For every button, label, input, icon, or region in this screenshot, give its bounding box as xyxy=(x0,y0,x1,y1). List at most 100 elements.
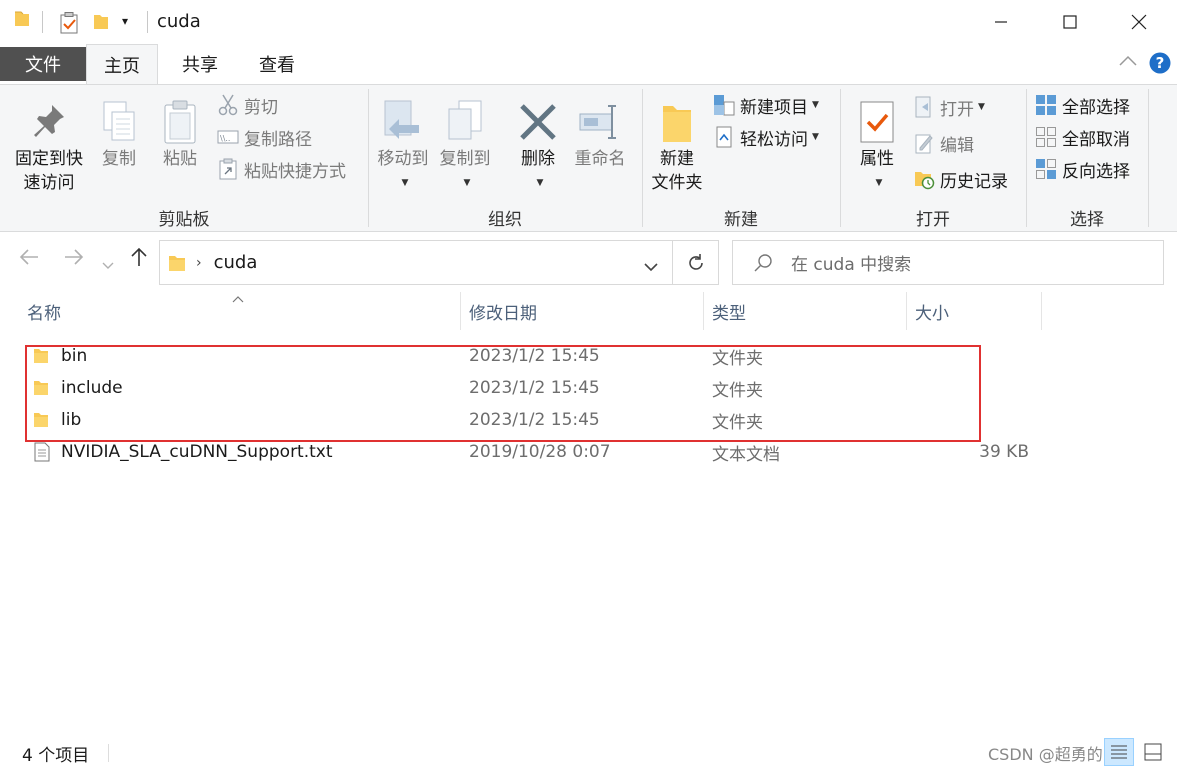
paste-shortcut-icon xyxy=(216,158,240,180)
file-type: 文本文档 xyxy=(712,444,780,465)
cut-button[interactable]: 剪切 xyxy=(216,91,278,119)
tab-view[interactable]: 查看 xyxy=(241,44,313,84)
folder-icon xyxy=(33,411,49,429)
delete-chevron-icon: ▼ xyxy=(536,178,544,188)
title-bar: ▾ cuda xyxy=(0,0,1177,44)
move-to-button[interactable]: 移动到 ▼ xyxy=(374,97,432,195)
group-label-organize: 组织 xyxy=(488,210,522,230)
maximize-icon xyxy=(1063,15,1077,29)
pin-icon xyxy=(32,97,66,147)
group-label-select: 选择 xyxy=(1070,210,1104,230)
minimize-button[interactable] xyxy=(967,0,1035,44)
new-folder-button[interactable]: 新建 文件夹 xyxy=(646,97,708,195)
column-divider[interactable] xyxy=(460,292,461,330)
invert-selection-button[interactable]: 反向选择 xyxy=(1034,155,1130,183)
select-all-icon xyxy=(1034,94,1058,116)
tab-share[interactable]: 共享 xyxy=(164,44,236,84)
file-name: NVIDIA_SLA_cuDNN_Support.txt xyxy=(61,442,333,462)
tab-file[interactable]: 文件 xyxy=(0,47,86,81)
svg-text:?: ? xyxy=(1156,54,1165,72)
copy-icon xyxy=(101,97,137,147)
paste-button[interactable]: 粘贴 xyxy=(156,97,204,171)
delete-button[interactable]: 删除 ▼ xyxy=(512,97,564,195)
new-folder-quick-icon[interactable] xyxy=(93,13,109,36)
column-header-name[interactable]: 名称 xyxy=(27,292,459,330)
scissors-icon xyxy=(216,94,240,116)
copy-button[interactable]: 复制 xyxy=(95,97,143,171)
properties-button[interactable]: 属性 ▼ xyxy=(852,97,902,195)
large-icons-view-button[interactable] xyxy=(1138,738,1168,766)
file-type: 文件夹 xyxy=(712,380,763,401)
properties-quick-icon[interactable] xyxy=(60,12,78,39)
file-row-bin[interactable]: bin 2023/1/2 15:45 文件夹 xyxy=(25,340,1045,372)
maximize-button[interactable] xyxy=(1036,0,1104,44)
file-date: 2023/1/2 15:45 xyxy=(469,346,600,366)
breadcrumb-chevron-icon[interactable]: › xyxy=(196,255,202,271)
paste-shortcut-button[interactable]: 粘贴快捷方式 xyxy=(216,155,346,183)
back-arrow-icon[interactable] xyxy=(18,246,40,274)
column-header-date[interactable]: 修改日期 xyxy=(469,292,699,330)
up-arrow-icon[interactable] xyxy=(128,246,150,274)
recent-locations-chevron-icon[interactable] xyxy=(102,252,114,277)
new-item-button[interactable]: 新建项目 ▼ xyxy=(712,91,819,119)
file-row-include[interactable]: include 2023/1/2 15:45 文件夹 xyxy=(25,372,1045,404)
open-button[interactable]: 打开 ▼ xyxy=(912,93,985,121)
folder-icon[interactable] xyxy=(14,10,30,28)
file-name: lib xyxy=(61,410,82,430)
address-history-chevron-icon[interactable] xyxy=(644,257,658,277)
rename-button[interactable]: 重命名 xyxy=(570,97,630,171)
column-header-type[interactable]: 类型 xyxy=(712,292,902,330)
file-date: 2019/10/28 0:07 xyxy=(469,442,611,462)
file-size xyxy=(915,340,1029,372)
column-divider[interactable] xyxy=(906,292,907,330)
column-divider[interactable] xyxy=(1041,292,1042,330)
move-to-icon xyxy=(383,97,423,147)
file-row-nvidia-sla[interactable]: NVIDIA_SLA_cuDNN_Support.txt 2019/10/28 … xyxy=(25,436,1045,468)
history-button[interactable]: 历史记录 xyxy=(912,165,1008,193)
file-size xyxy=(915,404,1029,436)
copy-path-icon: \\.. xyxy=(216,126,240,148)
address-bar[interactable]: › cuda xyxy=(159,240,673,285)
search-input[interactable]: 在 cuda 中搜索 xyxy=(732,240,1164,285)
copy-to-icon xyxy=(445,97,485,147)
details-view-button[interactable] xyxy=(1104,738,1134,766)
easy-access-chevron-icon: ▼ xyxy=(812,132,819,142)
help-icon[interactable]: ? xyxy=(1149,52,1171,79)
refresh-button[interactable] xyxy=(673,240,719,285)
divider xyxy=(108,744,109,762)
collapse-ribbon-chevron-icon[interactable] xyxy=(1118,53,1138,73)
copy-to-button[interactable]: 复制到 ▼ xyxy=(436,97,494,195)
folder-icon xyxy=(168,253,186,273)
ribbon: 固定到快 速访问 复制 粘贴 剪切 \\.. 复制路径 粘贴快捷方式 剪贴板 移… xyxy=(0,84,1177,232)
column-divider[interactable] xyxy=(703,292,704,330)
close-button[interactable] xyxy=(1105,0,1173,44)
edit-button[interactable]: 编辑 xyxy=(912,129,974,157)
search-icon xyxy=(753,253,773,273)
file-date: 2023/1/2 15:45 xyxy=(469,410,600,430)
forward-arrow-icon[interactable] xyxy=(63,246,85,274)
ribbon-tabs: 文件 主页 共享 查看 ? xyxy=(0,44,1177,85)
edit-icon xyxy=(912,132,936,154)
details-view-icon xyxy=(1111,745,1127,759)
copy-path-button[interactable]: \\.. 复制路径 xyxy=(216,123,312,151)
easy-access-icon xyxy=(712,126,736,148)
rename-icon xyxy=(578,97,622,147)
pin-quick-access-button[interactable]: 固定到快 速访问 xyxy=(8,97,90,195)
easy-access-button[interactable]: 轻松访问 ▼ xyxy=(712,123,819,151)
customize-toolbar-chevron-icon[interactable]: ▾ xyxy=(122,14,128,28)
copy-to-chevron-icon: ▼ xyxy=(463,178,471,188)
new-item-chevron-icon: ▼ xyxy=(812,100,819,110)
select-none-button[interactable]: 全部取消 xyxy=(1034,123,1130,151)
folder-icon xyxy=(33,347,49,365)
tab-home[interactable]: 主页 xyxy=(86,44,158,85)
item-count: 4 个项目 xyxy=(22,746,90,766)
file-row-lib[interactable]: lib 2023/1/2 15:45 文件夹 xyxy=(25,404,1045,436)
search-placeholder: 在 cuda 中搜索 xyxy=(791,255,912,275)
select-all-button[interactable]: 全部选择 xyxy=(1034,91,1130,119)
divider xyxy=(147,11,148,33)
history-icon xyxy=(912,168,936,190)
column-header-size[interactable]: 大小 xyxy=(915,292,1035,330)
open-chevron-icon: ▼ xyxy=(978,102,985,112)
breadcrumb-cuda[interactable]: cuda xyxy=(214,252,258,273)
quick-access-toolbar xyxy=(14,10,30,28)
